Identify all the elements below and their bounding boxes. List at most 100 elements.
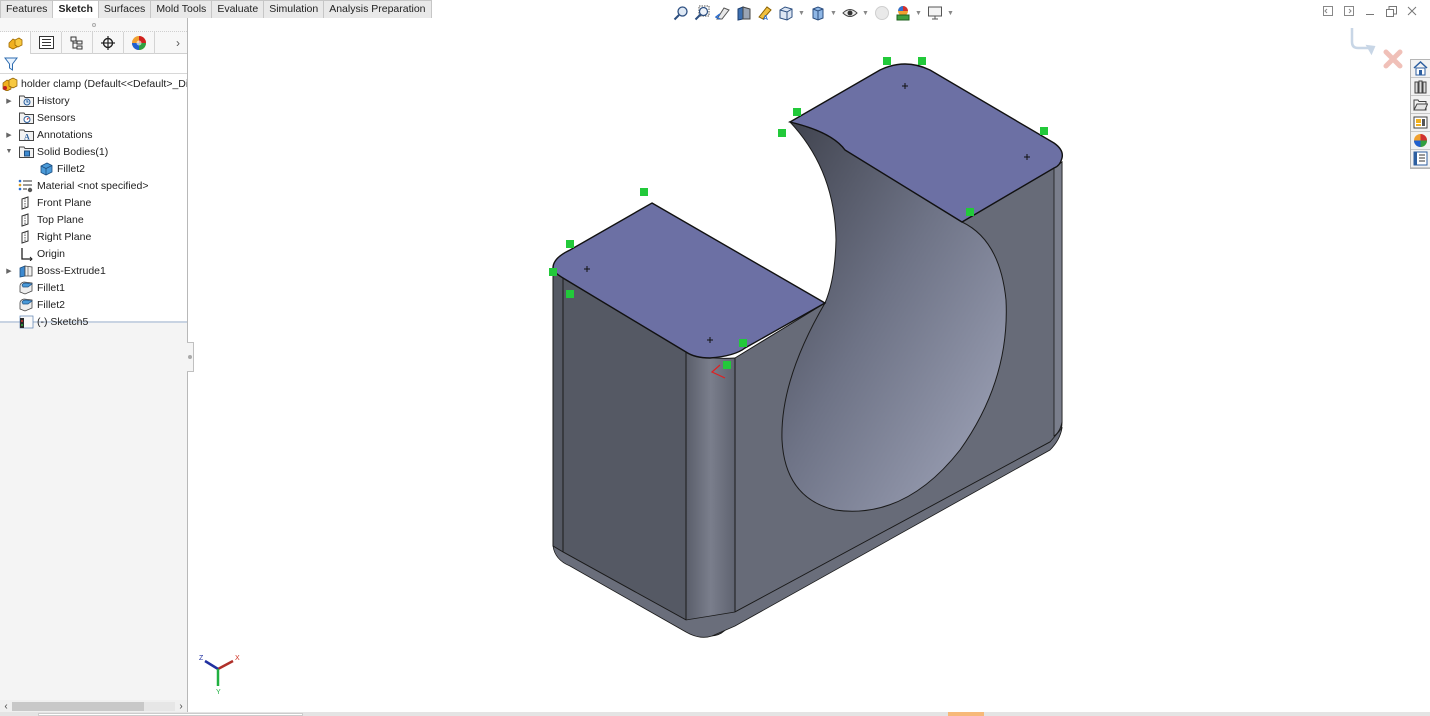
scroll-left-icon[interactable]: ‹: [0, 701, 12, 712]
tree-item-material[interactable]: Material <not specified>: [0, 177, 187, 194]
exit-sketch-button[interactable]: [1350, 28, 1378, 56]
display-style-button[interactable]: [809, 5, 826, 22]
relation-marker-icon[interactable]: [918, 57, 926, 65]
relation-marker-icon[interactable]: [793, 108, 801, 116]
task-pane-custom-properties-tab[interactable]: [1411, 150, 1430, 168]
section-view-button[interactable]: [735, 5, 752, 22]
zoom-to-fit-icon: [673, 6, 688, 21]
tree-item-front-plane[interactable]: Front Plane: [0, 194, 187, 211]
tree-item-fillet1[interactable]: Fillet1: [0, 279, 187, 296]
status-indicator: [948, 712, 984, 716]
view-orientation-button[interactable]: [777, 5, 794, 22]
edit-appearance-button[interactable]: [873, 5, 890, 22]
configuration-manager-icon: [70, 36, 83, 49]
tab-sketch[interactable]: Sketch: [52, 0, 99, 18]
front-fillet[interactable]: [685, 351, 736, 637]
fillet-icon: [18, 281, 34, 295]
tab-surfaces[interactable]: Surfaces: [97, 0, 152, 18]
task-pane-design-library-tab[interactable]: [1411, 78, 1430, 96]
section-view-icon: [737, 6, 750, 21]
display-style-dropdown-icon[interactable]: ▼: [830, 10, 837, 17]
tree-item-solid-body-fillet2[interactable]: Fillet2: [0, 160, 187, 177]
feature-manager-tab[interactable]: [0, 31, 31, 54]
previous-view-button[interactable]: [714, 5, 731, 22]
property-manager-icon: [38, 36, 54, 49]
panel-collapse-handle[interactable]: [187, 342, 194, 372]
task-pane-resources-tab[interactable]: [1411, 60, 1430, 78]
zoom-to-area-button[interactable]: [693, 5, 710, 22]
view-orientation-dropdown-icon[interactable]: ▼: [798, 10, 805, 17]
tree-filter[interactable]: [0, 54, 187, 74]
task-pane-file-explorer-tab[interactable]: [1411, 96, 1430, 114]
heads-up-view-toolbar: A ▼ ▼ ▼ ▼ ▼: [672, 3, 954, 23]
tree-item-history[interactable]: ▶ History: [0, 92, 187, 109]
panel-splitter[interactable]: [0, 18, 187, 32]
expand-arrow-icon[interactable]: ▶: [4, 97, 14, 105]
tile-left-icon: [1323, 6, 1333, 16]
extrude-icon: [18, 264, 34, 278]
display-manager-tab[interactable]: [124, 31, 155, 54]
expand-arrow-icon[interactable]: ▶: [4, 267, 14, 275]
hide-show-dropdown-icon[interactable]: ▼: [862, 10, 869, 17]
close-button[interactable]: [1406, 5, 1418, 17]
svg-text:A: A: [24, 133, 30, 142]
graphics-area[interactable]: [195, 18, 1430, 712]
cancel-sketch-button[interactable]: [1383, 49, 1403, 69]
tab-analysis-preparation[interactable]: Analysis Preparation: [323, 0, 432, 18]
part-model[interactable]: [549, 57, 1064, 638]
tab-simulation[interactable]: Simulation: [263, 0, 325, 18]
tree-item-sketch5[interactable]: (-) Sketch5: [0, 313, 187, 330]
relation-marker-icon[interactable]: [1040, 127, 1048, 135]
more-tabs-chevron-icon[interactable]: ›: [169, 36, 187, 50]
hide-show-items-button[interactable]: [841, 5, 858, 22]
relation-marker-icon[interactable]: [549, 268, 557, 276]
part-name: holder clamp (Default<<Default>_Displa: [21, 77, 187, 90]
tile-left-button[interactable]: [1322, 5, 1334, 17]
relation-marker-icon[interactable]: [566, 240, 574, 248]
tab-evaluate[interactable]: Evaluate: [211, 0, 265, 18]
collapse-arrow-icon[interactable]: ▼: [4, 148, 14, 155]
tile-right-button[interactable]: [1343, 5, 1355, 17]
minimize-button[interactable]: [1364, 5, 1376, 17]
zoom-to-fit-button[interactable]: [672, 5, 689, 22]
feature-manager-panel: › holder clamp (Default<<Default>_Displa…: [0, 18, 188, 716]
relation-marker-icon[interactable]: [778, 129, 786, 137]
restore-button[interactable]: [1385, 5, 1397, 17]
tree-item-sensors[interactable]: Sensors: [0, 109, 187, 126]
property-manager-tab[interactable]: [31, 31, 62, 54]
task-pane-appearances-tab[interactable]: [1411, 132, 1430, 150]
relation-marker-icon[interactable]: [739, 339, 747, 347]
tree-item-right-plane[interactable]: Right Plane: [0, 228, 187, 245]
tab-features[interactable]: Features: [0, 0, 54, 18]
tree-item-solid-bodies[interactable]: ▼ Solid Bodies(1): [0, 143, 187, 160]
confirmation-corner: [1350, 28, 1403, 69]
triad-x-label: X: [235, 655, 240, 662]
tree-item-boss-extrude1[interactable]: ▶ Boss-Extrude1: [0, 262, 187, 279]
dynamic-annotation-views-button[interactable]: A: [756, 5, 773, 22]
configuration-manager-tab[interactable]: [62, 31, 93, 54]
view-settings-button[interactable]: [926, 5, 943, 22]
tree-item-annotations[interactable]: ▶ A Annotations: [0, 126, 187, 143]
dimxpert-manager-tab[interactable]: [93, 31, 124, 54]
relation-marker-icon[interactable]: [883, 57, 891, 65]
view-settings-dropdown-icon[interactable]: ▼: [947, 10, 954, 17]
apply-scene-button[interactable]: [894, 5, 911, 22]
relation-marker-icon[interactable]: [966, 208, 974, 216]
tree-root-part[interactable]: holder clamp (Default<<Default>_Displa: [0, 75, 187, 92]
panel-horizontal-scrollbar[interactable]: ‹ ›: [0, 700, 187, 712]
apply-scene-dropdown-icon[interactable]: ▼: [915, 10, 922, 17]
tab-mold-tools[interactable]: Mold Tools: [150, 0, 213, 18]
tree-item-fillet2[interactable]: Fillet2: [0, 296, 187, 313]
tree-item-top-plane[interactable]: Top Plane: [0, 211, 187, 228]
relation-marker-icon[interactable]: [723, 361, 731, 369]
feature-manager-icon: [8, 37, 23, 49]
relation-marker-icon[interactable]: [640, 188, 648, 196]
splitter-grip-icon: [91, 22, 96, 27]
tree-item-origin[interactable]: Origin: [0, 245, 187, 262]
scroll-thumb[interactable]: [12, 701, 144, 711]
plane-icon: [18, 229, 34, 244]
relation-marker-icon[interactable]: [566, 290, 574, 298]
scroll-right-icon[interactable]: ›: [175, 701, 187, 712]
expand-arrow-icon[interactable]: ▶: [4, 131, 14, 139]
task-pane-view-palette-tab[interactable]: [1411, 114, 1430, 132]
